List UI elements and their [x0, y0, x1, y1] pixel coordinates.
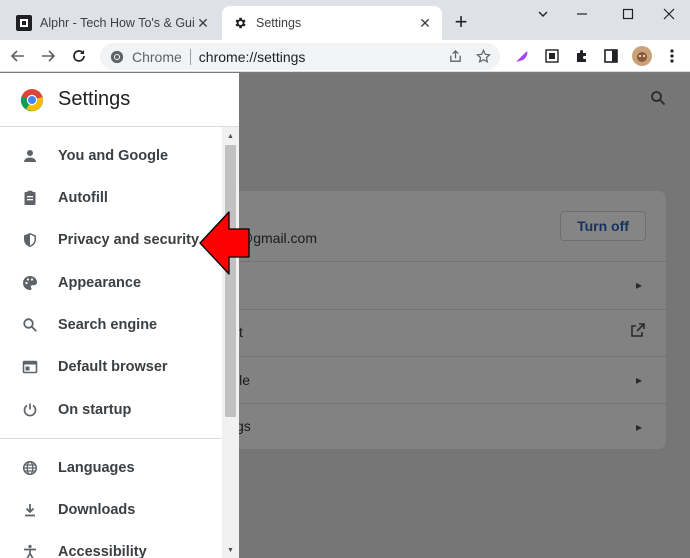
chrome-logo-icon	[110, 50, 124, 63]
tab-title: Settings	[256, 16, 302, 30]
new-tab-button[interactable]: +	[450, 11, 472, 33]
screenshot-icon	[545, 49, 559, 63]
nav-divider	[0, 438, 222, 439]
forward-button[interactable]	[36, 44, 60, 68]
star-icon	[475, 49, 491, 64]
sidebar-item-on-startup[interactable]: On startup	[0, 390, 222, 430]
puzzle-icon	[577, 50, 586, 62]
screenshot-extension-button[interactable]	[540, 44, 564, 68]
search-icon	[20, 315, 40, 335]
extensions-button[interactable]	[570, 44, 594, 68]
person-icon	[20, 146, 40, 166]
download-icon	[20, 500, 40, 520]
sidebar-item-search-engine[interactable]: Search engine	[0, 305, 222, 345]
minimize-button[interactable]	[559, 0, 605, 28]
toolbar: Chrome chrome://settings	[0, 40, 690, 72]
sidebar-item-label: Accessibility	[58, 544, 147, 558]
tab-title: Alphr - Tech How To's & Guides	[40, 16, 194, 30]
globe-icon	[20, 458, 40, 478]
sidebar-item-you-and-google[interactable]: You and Google	[0, 136, 222, 176]
card-row[interactable]: t	[180, 309, 666, 356]
chevron-right-icon: ▸	[635, 278, 642, 292]
scroll-down-arrow[interactable]: ▼	[222, 543, 239, 557]
tab-alphr[interactable]: Alphr - Tech How To's & Guides ✕	[6, 6, 220, 40]
chevron-right-icon: ▸	[635, 373, 642, 387]
sidebar-item-label: Appearance	[58, 275, 142, 291]
url-text[interactable]: chrome://settings	[199, 49, 444, 65]
chevron-down-icon	[538, 11, 548, 17]
you-and-google-card: @gmail.com Turn off ▸ t ile ▸ gs ▸	[180, 191, 666, 449]
reload-button[interactable]	[67, 44, 91, 68]
back-button[interactable]	[6, 44, 30, 68]
tab-close-button[interactable]: ✕	[416, 14, 434, 32]
share-icon	[449, 49, 461, 62]
reload-icon	[73, 50, 85, 62]
side-panel-button[interactable]	[599, 44, 623, 68]
accessibility-icon	[20, 542, 40, 558]
feather-icon	[516, 51, 528, 62]
sidebar-item-default-browser[interactable]: Default browser	[0, 347, 222, 387]
sidebar-item-privacy-and-security[interactable]: Privacy and security	[0, 220, 222, 260]
tab-settings[interactable]: Settings ✕	[222, 6, 442, 40]
gear-icon	[232, 15, 248, 31]
omnibox-divider	[189, 48, 191, 65]
share-button[interactable]	[444, 46, 466, 68]
sidebar-item-autofill[interactable]: Autofill	[0, 178, 222, 218]
card-row[interactable]: ile ▸	[180, 356, 666, 403]
annotation-arrow-icon	[199, 211, 250, 275]
sidebar-item-label: Downloads	[58, 502, 136, 518]
chrome-chip[interactable]: Chrome	[110, 49, 182, 65]
maximize-button[interactable]	[605, 0, 651, 28]
scroll-up-arrow[interactable]: ▲	[222, 129, 239, 143]
sidebar-item-label: You and Google	[58, 148, 169, 164]
sidebar-item-label: Autofill	[58, 190, 108, 206]
tab-strip: Alphr - Tech How To's & Guides ✕ Setting…	[0, 0, 690, 40]
address-bar[interactable]: Chrome chrome://settings	[100, 43, 500, 70]
card-row[interactable]: gs ▸	[180, 403, 666, 449]
chrome-logo-icon	[20, 88, 44, 111]
browser-window-icon	[20, 357, 40, 377]
extension-feather-button[interactable]	[510, 44, 534, 68]
bookmark-star-button[interactable]	[472, 46, 494, 68]
sidebar-item-label: Languages	[58, 460, 135, 476]
card-row-label: t	[239, 324, 243, 340]
sidebar-item-accessibility[interactable]: Accessibility	[0, 532, 222, 558]
sidebar-item-appearance[interactable]: Appearance	[0, 263, 222, 303]
side-panel-icon	[604, 49, 618, 63]
minimize-icon	[577, 13, 587, 15]
arrow-left-icon	[10, 50, 24, 62]
settings-nav-drawer: Settings You and Google Autofill Privacy…	[0, 73, 239, 558]
clipboard-icon	[20, 188, 40, 208]
arrow-right-icon	[42, 50, 56, 62]
external-link-icon	[630, 322, 646, 341]
close-window-button[interactable]	[646, 0, 690, 28]
avatar-icon	[632, 46, 652, 66]
alphr-logo-icon	[16, 15, 32, 31]
chevron-right-icon: ▸	[635, 420, 642, 434]
sidebar-item-downloads[interactable]: Downloads	[0, 490, 222, 530]
sidebar-item-label: Search engine	[58, 317, 158, 333]
maximize-icon	[622, 8, 634, 20]
chrome-chip-label: Chrome	[132, 48, 182, 65]
profile-avatar-button[interactable]	[630, 44, 654, 68]
card-row[interactable]: ▸	[180, 261, 666, 309]
palette-icon	[20, 273, 40, 293]
tab-close-button[interactable]: ✕	[194, 14, 212, 32]
shield-icon	[20, 230, 40, 250]
search-icon[interactable]	[650, 90, 666, 111]
scrollbar-thumb[interactable]	[225, 145, 236, 417]
menu-button[interactable]	[660, 44, 684, 68]
page-title: Settings	[58, 88, 131, 110]
drawer-header: Settings	[0, 73, 239, 127]
kebab-menu-icon	[670, 49, 674, 63]
power-icon	[20, 400, 40, 420]
sidebar-item-label: Privacy and security	[58, 232, 200, 248]
sidebar-item-languages[interactable]: Languages	[0, 448, 222, 488]
sidebar-item-label: On startup	[58, 402, 132, 418]
close-icon	[663, 8, 675, 20]
turn-off-sync-button[interactable]: Turn off	[560, 211, 646, 241]
sidebar-item-label: Default browser	[58, 359, 168, 375]
